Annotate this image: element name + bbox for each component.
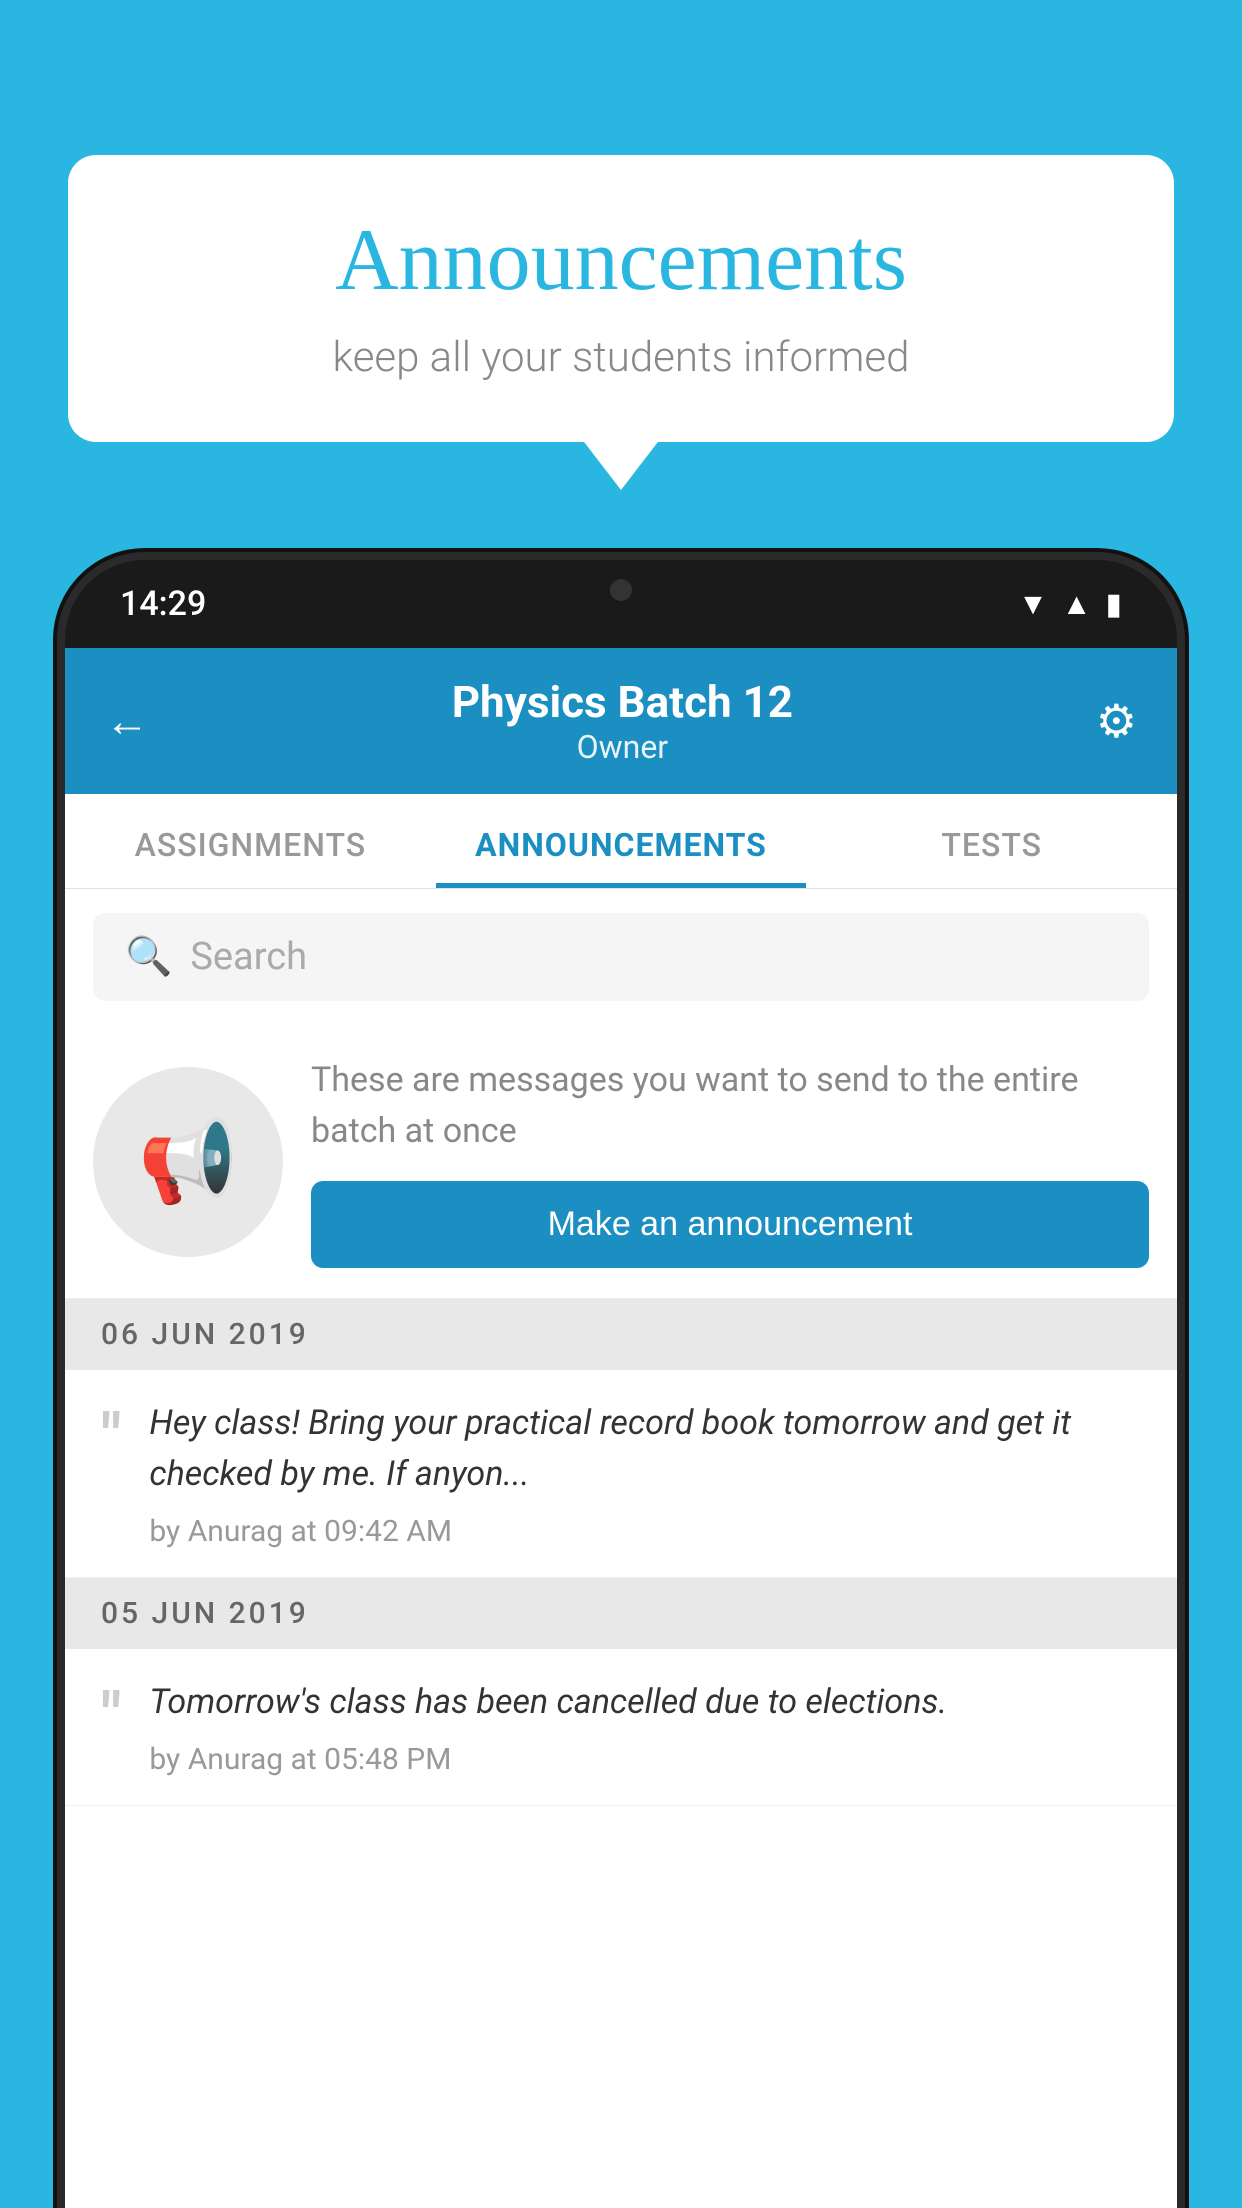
promo-description: These are messages you want to send to t… (311, 1055, 1149, 1157)
date-divider-2: 05 JUN 2019 (65, 1578, 1177, 1649)
search-input-wrap[interactable]: 🔍 Search (93, 913, 1149, 1001)
signal-icon: ▲ (1062, 587, 1092, 622)
camera (610, 579, 632, 601)
phone-content: 🔍 Search 📢 These are messages you want t… (65, 889, 1177, 2208)
make-announcement-button[interactable]: Make an announcement (311, 1181, 1149, 1268)
tabs-bar: ASSIGNMENTS ANNOUNCEMENTS TESTS (65, 794, 1177, 889)
announcement-text-2: Tomorrow's class has been cancelled due … (149, 1677, 1141, 1728)
announcement-item-1[interactable]: " Hey class! Bring your practical record… (65, 1370, 1177, 1578)
tab-assignments[interactable]: ASSIGNMENTS (65, 794, 436, 888)
announcement-meta-1: by Anurag at 09:42 AM (149, 1514, 1141, 1549)
speech-bubble-wrapper: Announcements keep all your students inf… (68, 155, 1174, 442)
settings-icon[interactable]: ⚙ (1096, 694, 1137, 749)
search-bar-wrapper: 🔍 Search (65, 889, 1177, 1025)
bubble-subtitle: keep all your students informed (148, 333, 1094, 382)
quote-icon-2: " (101, 1685, 121, 1749)
header-center: Physics Batch 12 Owner (452, 676, 793, 766)
wifi-icon: ▼ (1018, 587, 1048, 622)
search-icon: 🔍 (125, 935, 172, 979)
header-subtitle: Owner (452, 728, 793, 766)
announcement-icon-circle: 📢 (93, 1067, 283, 1257)
search-placeholder: Search (190, 935, 307, 979)
megaphone-icon: 📢 (138, 1115, 238, 1209)
promo-content: These are messages you want to send to t… (311, 1055, 1149, 1268)
tab-announcements[interactable]: ANNOUNCEMENTS (436, 794, 807, 888)
bubble-title: Announcements (148, 210, 1094, 311)
date-divider-1: 06 JUN 2019 (65, 1299, 1177, 1370)
announcement-text-1: Hey class! Bring your practical record b… (149, 1398, 1141, 1500)
promo-section: 📢 These are messages you want to send to… (65, 1025, 1177, 1299)
announcement-meta-2: by Anurag at 05:48 PM (149, 1742, 1141, 1777)
quote-icon-1: " (101, 1406, 121, 1470)
status-bar: 14:29 ▼ ▲ ▮ (65, 560, 1177, 648)
header-title: Physics Batch 12 (452, 676, 793, 728)
battery-icon: ▮ (1105, 587, 1122, 622)
status-icons: ▼ ▲ ▮ (1018, 587, 1122, 622)
notch (531, 560, 711, 620)
speech-bubble: Announcements keep all your students inf… (68, 155, 1174, 442)
phone-mockup: 14:29 ▼ ▲ ▮ ← Physics Batch 12 Owner ⚙ A… (65, 560, 1177, 2208)
status-time: 14:29 (120, 584, 206, 624)
tab-tests[interactable]: TESTS (806, 794, 1177, 888)
app-header: ← Physics Batch 12 Owner ⚙ (65, 648, 1177, 794)
announcement-item-2[interactable]: " Tomorrow's class has been cancelled du… (65, 1649, 1177, 1806)
date-label-2: 05 JUN 2019 (101, 1596, 309, 1631)
announcement-body-1: Hey class! Bring your practical record b… (149, 1398, 1141, 1549)
back-button[interactable]: ← (105, 695, 149, 747)
announcement-body-2: Tomorrow's class has been cancelled due … (149, 1677, 1141, 1777)
date-label-1: 06 JUN 2019 (101, 1317, 309, 1352)
phone-wrapper: 14:29 ▼ ▲ ▮ ← Physics Batch 12 Owner ⚙ A… (65, 560, 1177, 2208)
